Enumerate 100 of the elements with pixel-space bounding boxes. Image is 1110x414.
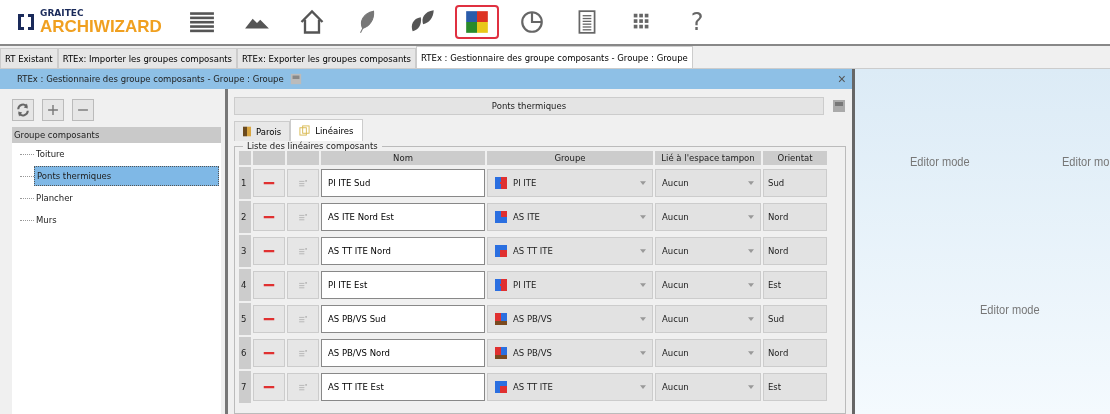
- list-icon: [298, 383, 308, 391]
- panel-title: Ponts thermiques: [234, 97, 824, 115]
- column-header: Orientat: [763, 151, 827, 165]
- help-button[interactable]: ?: [675, 5, 719, 39]
- group-dropdown[interactable]: PI ITE: [487, 271, 653, 299]
- row-number: 6: [239, 337, 251, 369]
- minus-icon: [263, 283, 275, 287]
- orientation-field[interactable]: Est: [763, 373, 827, 401]
- save-icon[interactable]: [832, 99, 846, 113]
- viewport-label: Editor mo: [1062, 154, 1110, 169]
- group-color-icon: [494, 176, 508, 190]
- caret-icon: [640, 283, 646, 287]
- column-header: [287, 151, 319, 165]
- row-number: 3: [239, 235, 251, 267]
- close-button[interactable]: ×: [837, 72, 846, 86]
- tab[interactable]: Linéaires: [290, 119, 363, 141]
- buffer-dropdown[interactable]: Aucun: [655, 305, 761, 333]
- buffer-dropdown[interactable]: Aucun: [655, 169, 761, 197]
- orientation-field[interactable]: Nord: [763, 339, 827, 367]
- window-title: RTEx : Gestionnaire des groupe composants - Groupe : Groupe: [17, 74, 284, 84]
- group-color-icon: [494, 346, 508, 360]
- menu-icon: [189, 9, 215, 35]
- buffer-dropdown[interactable]: Aucun: [655, 271, 761, 299]
- group-dropdown[interactable]: AS TT ITE: [487, 237, 653, 265]
- viewport-label: Editor mode: [910, 154, 970, 169]
- document-tab[interactable]: RTEx : Gestionnaire des groupe composants - Groupe : Groupe: [416, 46, 693, 68]
- name-field[interactable]: PI ITE Est: [321, 271, 485, 299]
- delete-row-button[interactable]: [253, 271, 285, 299]
- minus-icon: [263, 385, 275, 389]
- minus-icon: [263, 317, 275, 321]
- wall-icon: [243, 126, 251, 137]
- group-dropdown[interactable]: AS PB/VS: [487, 305, 653, 333]
- row-number: 2: [239, 201, 251, 233]
- group-color-icon: [494, 210, 508, 224]
- name-field[interactable]: AS ITE Nord Est: [321, 203, 485, 231]
- refresh-button[interactable]: [12, 99, 34, 121]
- group-dropdown[interactable]: AS ITE: [487, 203, 653, 231]
- tree-item[interactable]: Murs: [34, 211, 59, 229]
- row-number: 5: [239, 303, 251, 335]
- house-icon: [298, 8, 326, 36]
- column-header: [239, 151, 251, 165]
- group-dropdown[interactable]: AS PB/VS: [487, 339, 653, 367]
- caret-icon: [640, 385, 646, 389]
- buffer-dropdown[interactable]: Aucun: [655, 203, 761, 231]
- caret-icon: [748, 215, 754, 219]
- product-name: ARCHIWIZARD: [40, 18, 162, 35]
- name-field[interactable]: AS PB/VS Nord: [321, 339, 485, 367]
- delete-row-button[interactable]: [253, 237, 285, 265]
- name-field[interactable]: PI ITE Sud: [321, 169, 485, 197]
- tree-item[interactable]: Ponts thermiques: [34, 166, 219, 186]
- buffer-dropdown[interactable]: Aucun: [655, 373, 761, 401]
- delete-row-button[interactable]: [253, 203, 285, 231]
- caret-icon: [640, 249, 646, 253]
- name-field[interactable]: AS TT ITE Nord: [321, 237, 485, 265]
- orientation-field[interactable]: Nord: [763, 203, 827, 231]
- minus-icon: [263, 351, 275, 355]
- column-header: Lié à l'espace tampon: [655, 151, 761, 165]
- name-field[interactable]: AS PB/VS Sud: [321, 305, 485, 333]
- group-color-icon: [494, 244, 508, 258]
- add-button[interactable]: [42, 99, 64, 121]
- tab[interactable]: Parois: [234, 121, 291, 141]
- document-tab[interactable]: RTEx: Importer les groupes composants: [57, 48, 238, 68]
- orientation-field[interactable]: Sud: [763, 305, 827, 333]
- column-header: Groupe: [487, 151, 653, 165]
- plus-icon: [46, 103, 60, 117]
- group-dropdown[interactable]: AS TT ITE: [487, 373, 653, 401]
- name-field[interactable]: AS TT ITE Est: [321, 373, 485, 401]
- color-squares-icon: [464, 9, 490, 35]
- group-color-icon: [494, 312, 508, 326]
- remove-button[interactable]: [72, 99, 94, 121]
- delete-row-button[interactable]: [253, 339, 285, 367]
- delete-row-button[interactable]: [253, 373, 285, 401]
- delete-row-button[interactable]: [253, 169, 285, 197]
- orientation-field[interactable]: Sud: [763, 169, 827, 197]
- caret-icon: [640, 215, 646, 219]
- minus-icon: [263, 181, 275, 185]
- row-number: 1: [239, 167, 251, 199]
- caret-icon: [640, 181, 646, 185]
- group-color-icon: [494, 380, 508, 394]
- components-tool-button[interactable]: [455, 5, 499, 39]
- group-dropdown[interactable]: PI ITE: [487, 169, 653, 197]
- tree-item[interactable]: Plancher: [34, 189, 75, 207]
- buffer-dropdown[interactable]: Aucun: [655, 237, 761, 265]
- caret-icon: [748, 351, 754, 355]
- tree-item[interactable]: Toiture: [34, 145, 67, 163]
- caret-icon: [748, 385, 754, 389]
- group-legend: Liste des linéaires composants: [243, 142, 382, 151]
- caret-icon: [748, 317, 754, 321]
- document-tab[interactable]: RT Existant: [0, 48, 58, 68]
- save-icon[interactable]: [289, 73, 302, 85]
- group-color-icon: [494, 278, 508, 292]
- pie-chart-icon: [519, 9, 545, 35]
- frames-icon: [299, 125, 311, 136]
- orientation-field[interactable]: Est: [763, 271, 827, 299]
- row-number: 4: [239, 269, 251, 301]
- document-tab[interactable]: RTEx: Exporter les groupes composants: [237, 48, 417, 68]
- buffer-dropdown[interactable]: Aucun: [655, 339, 761, 367]
- delete-row-button[interactable]: [253, 305, 285, 333]
- orientation-field[interactable]: Nord: [763, 237, 827, 265]
- minus-icon: [263, 249, 275, 253]
